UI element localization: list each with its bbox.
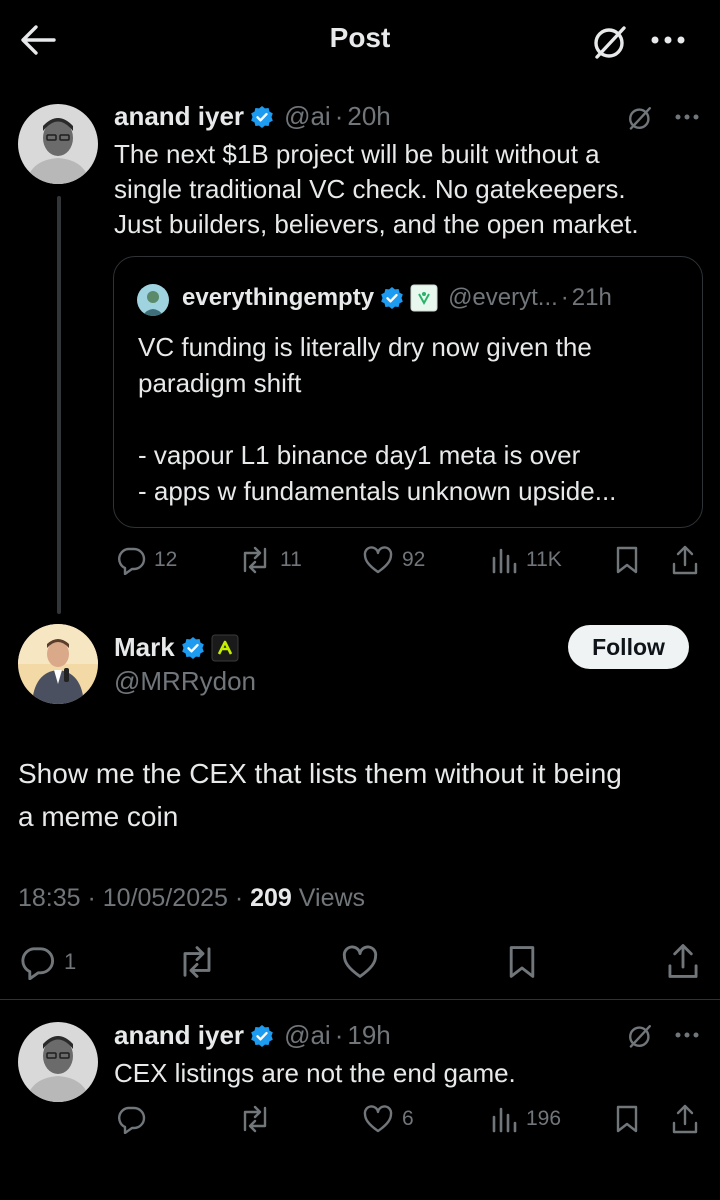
repost-icon [238,545,280,575]
author-name[interactable]: Mark [114,632,175,663]
avatar [137,284,169,316]
views-label: Views [291,884,366,912]
views-count: 196 [526,1107,562,1130]
bookmark-icon [506,944,546,980]
bookmark-icon [614,1104,648,1134]
avatar[interactable] [18,624,98,704]
reply-icon [116,545,154,575]
reply-count: 12 [154,548,178,571]
post-text: CEX listings are not the end game. [114,1058,516,1088]
reply-count: 1 [64,949,77,974]
author-name[interactable]: anand iyer [114,101,244,132]
reply-icon [18,944,64,980]
thread-connector [57,196,61,614]
reply-icon [116,1104,154,1134]
bookmark-icon [614,545,648,575]
author-handle[interactable]: @ai [284,101,331,132]
bookmark-button[interactable] [614,545,648,575]
bookmark-button[interactable] [614,1104,648,1134]
quoted-author-row: everythingempty @everyt... · 21h [182,284,612,312]
share-icon [671,544,707,576]
separator-dot: · [334,1020,344,1050]
post-text: The next $1B project will be built witho… [114,139,639,239]
verified-icon [380,286,404,310]
views-button[interactable]: 196 [490,1104,561,1134]
repost-count: 11 [280,548,302,571]
reply-button[interactable]: 1 [18,944,76,980]
more-icon[interactable] [674,1030,700,1040]
affiliate-badge-icon [211,634,239,662]
avatar[interactable] [18,104,98,184]
author-name[interactable]: anand iyer [114,1020,244,1051]
reply-button[interactable]: 12 [116,545,177,575]
avatar[interactable] [18,1022,98,1102]
follow-button[interactable]: Follow [568,625,689,669]
separator-dot: · [560,284,569,311]
repost-button[interactable] [238,1104,280,1134]
views-button[interactable]: 11K [490,545,562,575]
verified-icon [250,105,274,129]
more-icon[interactable] [650,33,686,47]
share-button[interactable] [666,942,708,980]
grok-icon[interactable] [626,1022,654,1050]
like-button[interactable]: 92 [362,545,425,575]
quoted-post-text: VC funding is literally dry now given th… [138,332,617,506]
more-icon[interactable] [674,112,700,122]
repost-button[interactable] [176,944,226,980]
quoted-post-card[interactable]: everythingempty @everyt... · 21h VC fund… [113,256,703,528]
author-row: anand iyer @ai · 19h [114,1020,391,1051]
verified-icon [250,1024,274,1048]
share-icon [671,1103,707,1135]
author-handle[interactable]: @ai [284,1020,331,1051]
like-icon [362,1104,402,1134]
quoted-author-handle: @everyt... [448,284,558,311]
divider [0,999,720,1000]
reply-button[interactable] [116,1104,154,1134]
post-text: Show me the CEX that lists them without … [18,758,622,832]
like-count: 92 [402,548,426,571]
views-icon [490,545,526,575]
author-row: Mark [114,632,239,663]
post-timestamp[interactable]: 18:35 · 10/05/2025 · [18,884,250,912]
quoted-author-name: everythingempty [182,284,375,311]
share-button[interactable] [671,1103,707,1135]
views-count: 11K [526,548,562,571]
separator-dot: · [334,101,344,131]
share-icon [666,942,708,980]
affiliate-badge-icon [410,284,438,312]
like-button[interactable]: 6 [362,1104,414,1134]
quoted-post-time: 21h [571,284,612,311]
like-button[interactable] [340,944,388,980]
author-handle[interactable]: @MRRydon [114,666,256,697]
author-row: anand iyer @ai · 20h [114,101,391,132]
like-count: 6 [402,1107,414,1130]
post-metadata: 18:35 · 10/05/2025 · 209 Views [18,884,365,913]
top-bar: Post [0,0,720,80]
verified-icon [181,636,205,660]
post-time[interactable]: 19h [347,1020,390,1051]
share-button[interactable] [671,544,707,576]
bookmark-button[interactable] [506,944,546,980]
grok-icon[interactable] [626,104,654,132]
like-icon [362,545,402,575]
post-time[interactable]: 20h [347,101,390,132]
views-icon [490,1104,526,1134]
like-icon [340,944,388,980]
grok-icon[interactable] [590,22,630,62]
repost-icon [238,1104,280,1134]
repost-icon [176,944,226,980]
repost-button[interactable]: 11 [238,545,302,575]
views-count: 209 [250,884,292,912]
